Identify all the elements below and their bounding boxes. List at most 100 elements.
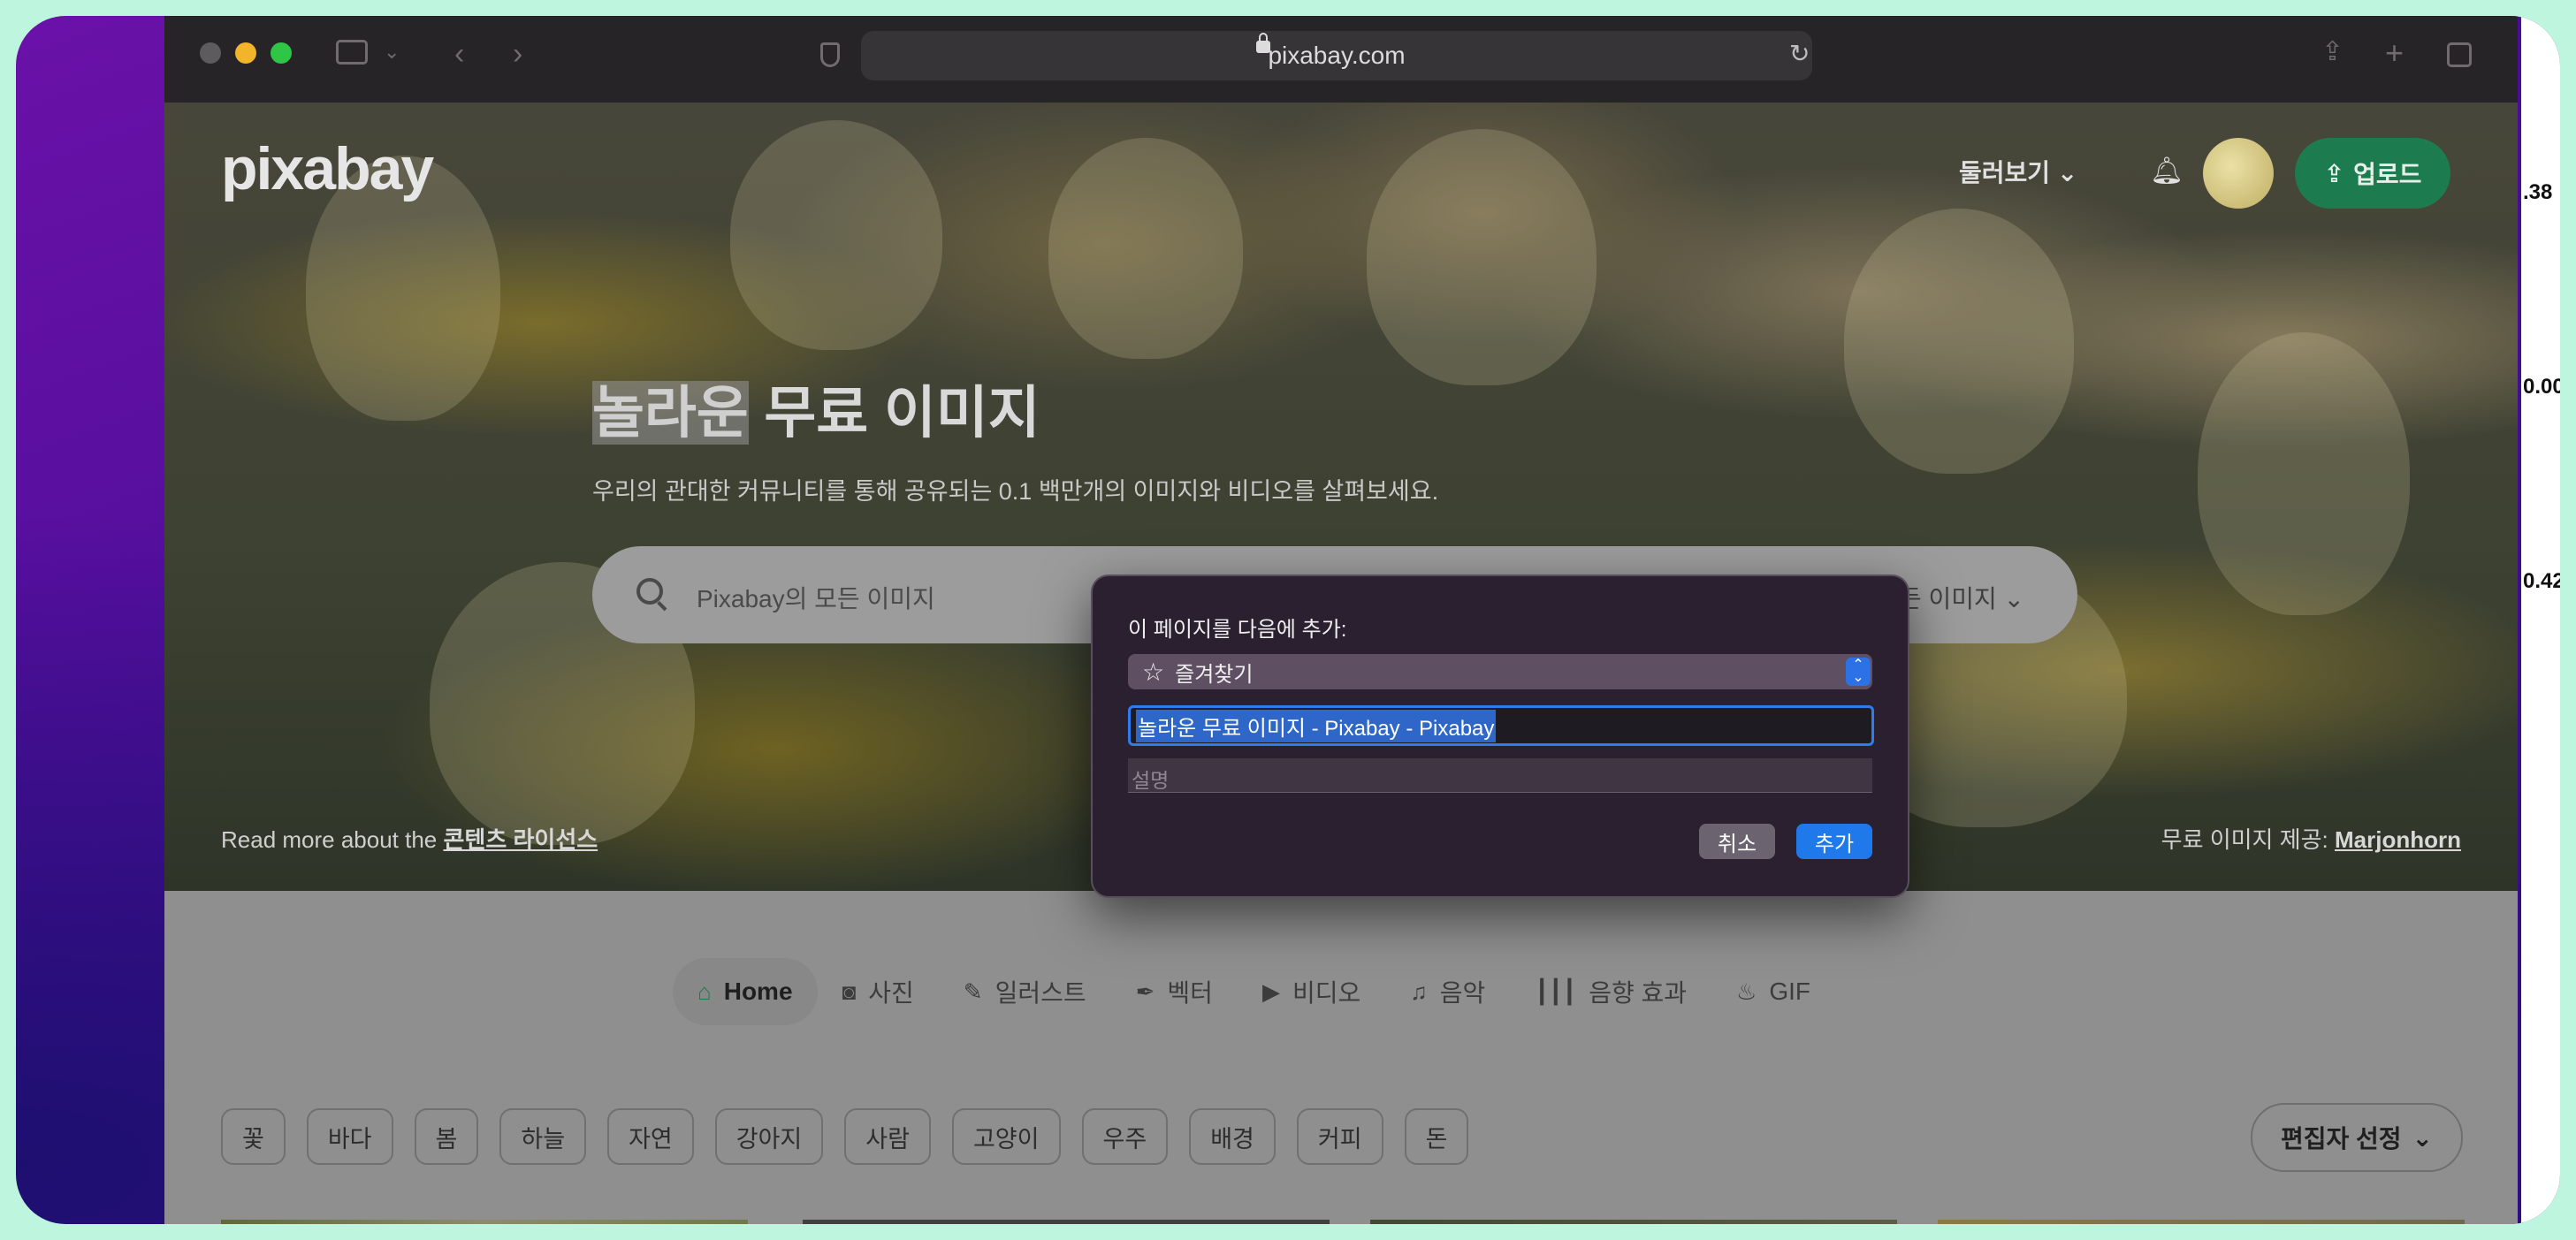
address-bar[interactable]: pixabay.com (861, 31, 1812, 80)
explore-menu[interactable]: 둘러보기 ⌄ (1959, 154, 2077, 189)
category-chip[interactable]: 꽃 (221, 1108, 286, 1165)
flame-icon: ♨ (1736, 978, 1757, 1005)
search-icon (636, 578, 663, 605)
category-chip[interactable]: 배경 (1189, 1108, 1276, 1165)
tab-sound-effects[interactable]: ┃┃┃ 음향 효과 (1510, 958, 1711, 1025)
tab-label: GIF (1769, 978, 1811, 1005)
tab-illustrations[interactable]: ✎ 일러스트 (939, 958, 1111, 1025)
add-bookmark-dialog: 이 페이지를 다음에 추가: ☆ 즐겨찾기 ⌃ ⌄ 놀라운 무료 이미지 - Pi… (1091, 574, 1909, 898)
upload-button[interactable]: ⇪ 업로드 (2295, 138, 2450, 209)
upload-label: 업로드 (2353, 161, 2422, 188)
category-chip[interactable]: 바다 (306, 1108, 393, 1165)
new-tab-icon[interactable]: + (2385, 37, 2404, 69)
tab-label: 사진 (868, 979, 914, 1007)
title-highlight: 놀라운 (592, 381, 749, 445)
category-chip[interactable]: 자연 (607, 1108, 694, 1165)
category-chips: 꽃 바다 봄 하늘 자연 강아지 사람 고양이 우주 배경 커피 돈 (221, 1108, 1469, 1165)
waveform-icon: ┃┃┃ (1535, 978, 1577, 1005)
media-type-tabs: ⌂ Home ◙ 사진 ✎ 일러스트 ✒ 벡터 ▶ 비디오 ♫ 음악 ┃┃┃ 음향 효과 ♨ G… (673, 958, 1835, 1025)
address-url[interactable]: pixabay.com (861, 42, 1812, 70)
background-value: 0.00 (2523, 375, 2560, 399)
user-avatar[interactable] (2203, 138, 2274, 209)
category-chip[interactable]: 돈 (1404, 1108, 1469, 1165)
minimize-window-button[interactable] (235, 42, 256, 64)
tab-home[interactable]: ⌂ Home (673, 958, 818, 1025)
tab-label: 비디오 (1292, 979, 1361, 1007)
category-chip[interactable]: 사람 (844, 1108, 931, 1165)
page-title: 놀라운 무료 이미지 (592, 368, 1040, 449)
pixabay-logo[interactable]: pixabay (221, 134, 434, 203)
tab-label: 음악 (1439, 979, 1486, 1007)
upload-icon: ⇪ (2323, 159, 2345, 187)
image-credit: 무료 이미지 제공: Marjonhorn (2161, 822, 2461, 855)
hero-subtitle: 우리의 관대한 커뮤니티를 통해 공유되는 0.1 백만개의 이미지와 비디오를… (592, 478, 1439, 505)
back-icon[interactable]: ‹ (454, 39, 464, 69)
pen-nib-icon: ✒ (1135, 978, 1155, 1005)
background-value: 0.42 (2523, 569, 2560, 593)
image-thumbnail[interactable] (803, 1220, 1330, 1224)
tab-label: 음향 효과 (1589, 979, 1688, 1007)
image-thumbnail[interactable] (1370, 1220, 1897, 1224)
search-input[interactable]: Pixabay의 모든 이미지 (697, 580, 935, 615)
editors-choice-dropdown[interactable]: 편집자 선정 ⌄ (2250, 1103, 2463, 1172)
background-value: .38 (2523, 180, 2553, 204)
image-thumbnail[interactable] (221, 1220, 748, 1224)
license-link[interactable]: 콘텐츠 라이선스 (444, 826, 598, 853)
bookmark-name-field[interactable]: 놀라운 무료 이미지 - Pixabay - Pixabay (1128, 705, 1874, 746)
video-icon: ▶ (1261, 978, 1280, 1005)
browser-window: ⌄ ‹ › pixabay.com ↻ ⇪ + pixabay 둘러보기 ⌄ 🔔… (164, 16, 2518, 1224)
credit-link[interactable]: Marjonhorn (2335, 826, 2461, 853)
category-chip[interactable]: 우주 (1081, 1108, 1169, 1165)
sidebar-icon[interactable] (336, 40, 368, 65)
cancel-button[interactable]: 취소 (1699, 824, 1775, 859)
bookmark-description-field[interactable]: 설명 (1128, 758, 1872, 793)
description-placeholder: 설명 (1132, 769, 1170, 792)
chevron-down-icon: ⌄ (2003, 585, 2024, 612)
bookmark-folder-select[interactable]: ☆ 즐겨찾기 ⌃ ⌄ (1128, 654, 1872, 689)
tab-vectors[interactable]: ✒ 벡터 (1111, 958, 1238, 1025)
browser-toolbar: ⌄ ‹ › pixabay.com ↻ ⇪ + (164, 16, 2518, 103)
shield-icon[interactable] (820, 42, 840, 67)
license-prefix: Read more about the (221, 826, 444, 853)
bookmark-name-value[interactable]: 놀라운 무료 이미지 - Pixabay - Pixabay (1136, 709, 1497, 742)
category-chip[interactable]: 강아지 (714, 1108, 824, 1165)
category-chip[interactable]: 커피 (1296, 1108, 1383, 1165)
chevron-down-icon[interactable]: ⌄ (384, 42, 400, 62)
dialog-title: 이 페이지를 다음에 추가: (1128, 618, 1347, 642)
tab-label: 일러스트 (995, 979, 1086, 1007)
share-icon[interactable]: ⇪ (2321, 39, 2344, 65)
category-chip[interactable]: 고양이 (951, 1108, 1061, 1165)
forward-icon[interactable]: › (513, 39, 522, 69)
tab-label: Home (723, 978, 793, 1005)
category-chip[interactable]: 하늘 (499, 1108, 587, 1165)
tab-music[interactable]: ♫ 음악 (1385, 958, 1510, 1025)
brush-icon: ✎ (963, 978, 983, 1005)
explore-label: 둘러보기 (1959, 159, 2051, 186)
content-area: ⌂ Home ◙ 사진 ✎ 일러스트 ✒ 벡터 ▶ 비디오 ♫ 음악 ┃┃┃ 음향 효과 ♨ G… (164, 891, 2518, 1224)
notification-bell-icon[interactable]: 🔔︎ (2150, 156, 2184, 186)
title-rest: 무료 이미지 (748, 381, 1040, 445)
tab-label: 벡터 (1167, 979, 1213, 1007)
tab-photos[interactable]: ◙ 사진 (818, 958, 939, 1025)
editors-choice-label: 편집자 선정 (2280, 1125, 2402, 1153)
zoom-window-button[interactable] (271, 42, 292, 64)
license-note: Read more about the 콘텐츠 라이선스 (221, 822, 598, 855)
home-icon: ⌂ (697, 978, 712, 1005)
music-icon: ♫ (1410, 978, 1428, 1005)
chevron-up-down-icon: ⌃ ⌄ (1846, 658, 1871, 686)
tab-gif[interactable]: ♨ GIF (1711, 958, 1835, 1025)
star-icon: ☆ (1142, 658, 1165, 686)
close-window-button[interactable] (200, 42, 221, 64)
lock-icon (1256, 33, 1270, 53)
bookmark-folder-value: 즐겨찾기 (1175, 662, 1254, 687)
tab-videos[interactable]: ▶ 비디오 (1238, 958, 1385, 1025)
camera-icon: ◙ (842, 978, 857, 1005)
chevron-down-icon: ⌄ (2056, 159, 2078, 186)
desktop-background: .38 0.00 0.42 ⌄ ‹ › pixabay.com ↻ ⇪ + pi… (16, 16, 2560, 1224)
reload-icon[interactable]: ↻ (1789, 42, 1810, 66)
credit-prefix: 무료 이미지 제공: (2161, 826, 2335, 853)
image-thumbnail[interactable] (1938, 1220, 2465, 1224)
tab-overview-icon[interactable] (2447, 42, 2472, 67)
add-button[interactable]: 추가 (1796, 824, 1872, 859)
category-chip[interactable]: 봄 (414, 1108, 479, 1165)
